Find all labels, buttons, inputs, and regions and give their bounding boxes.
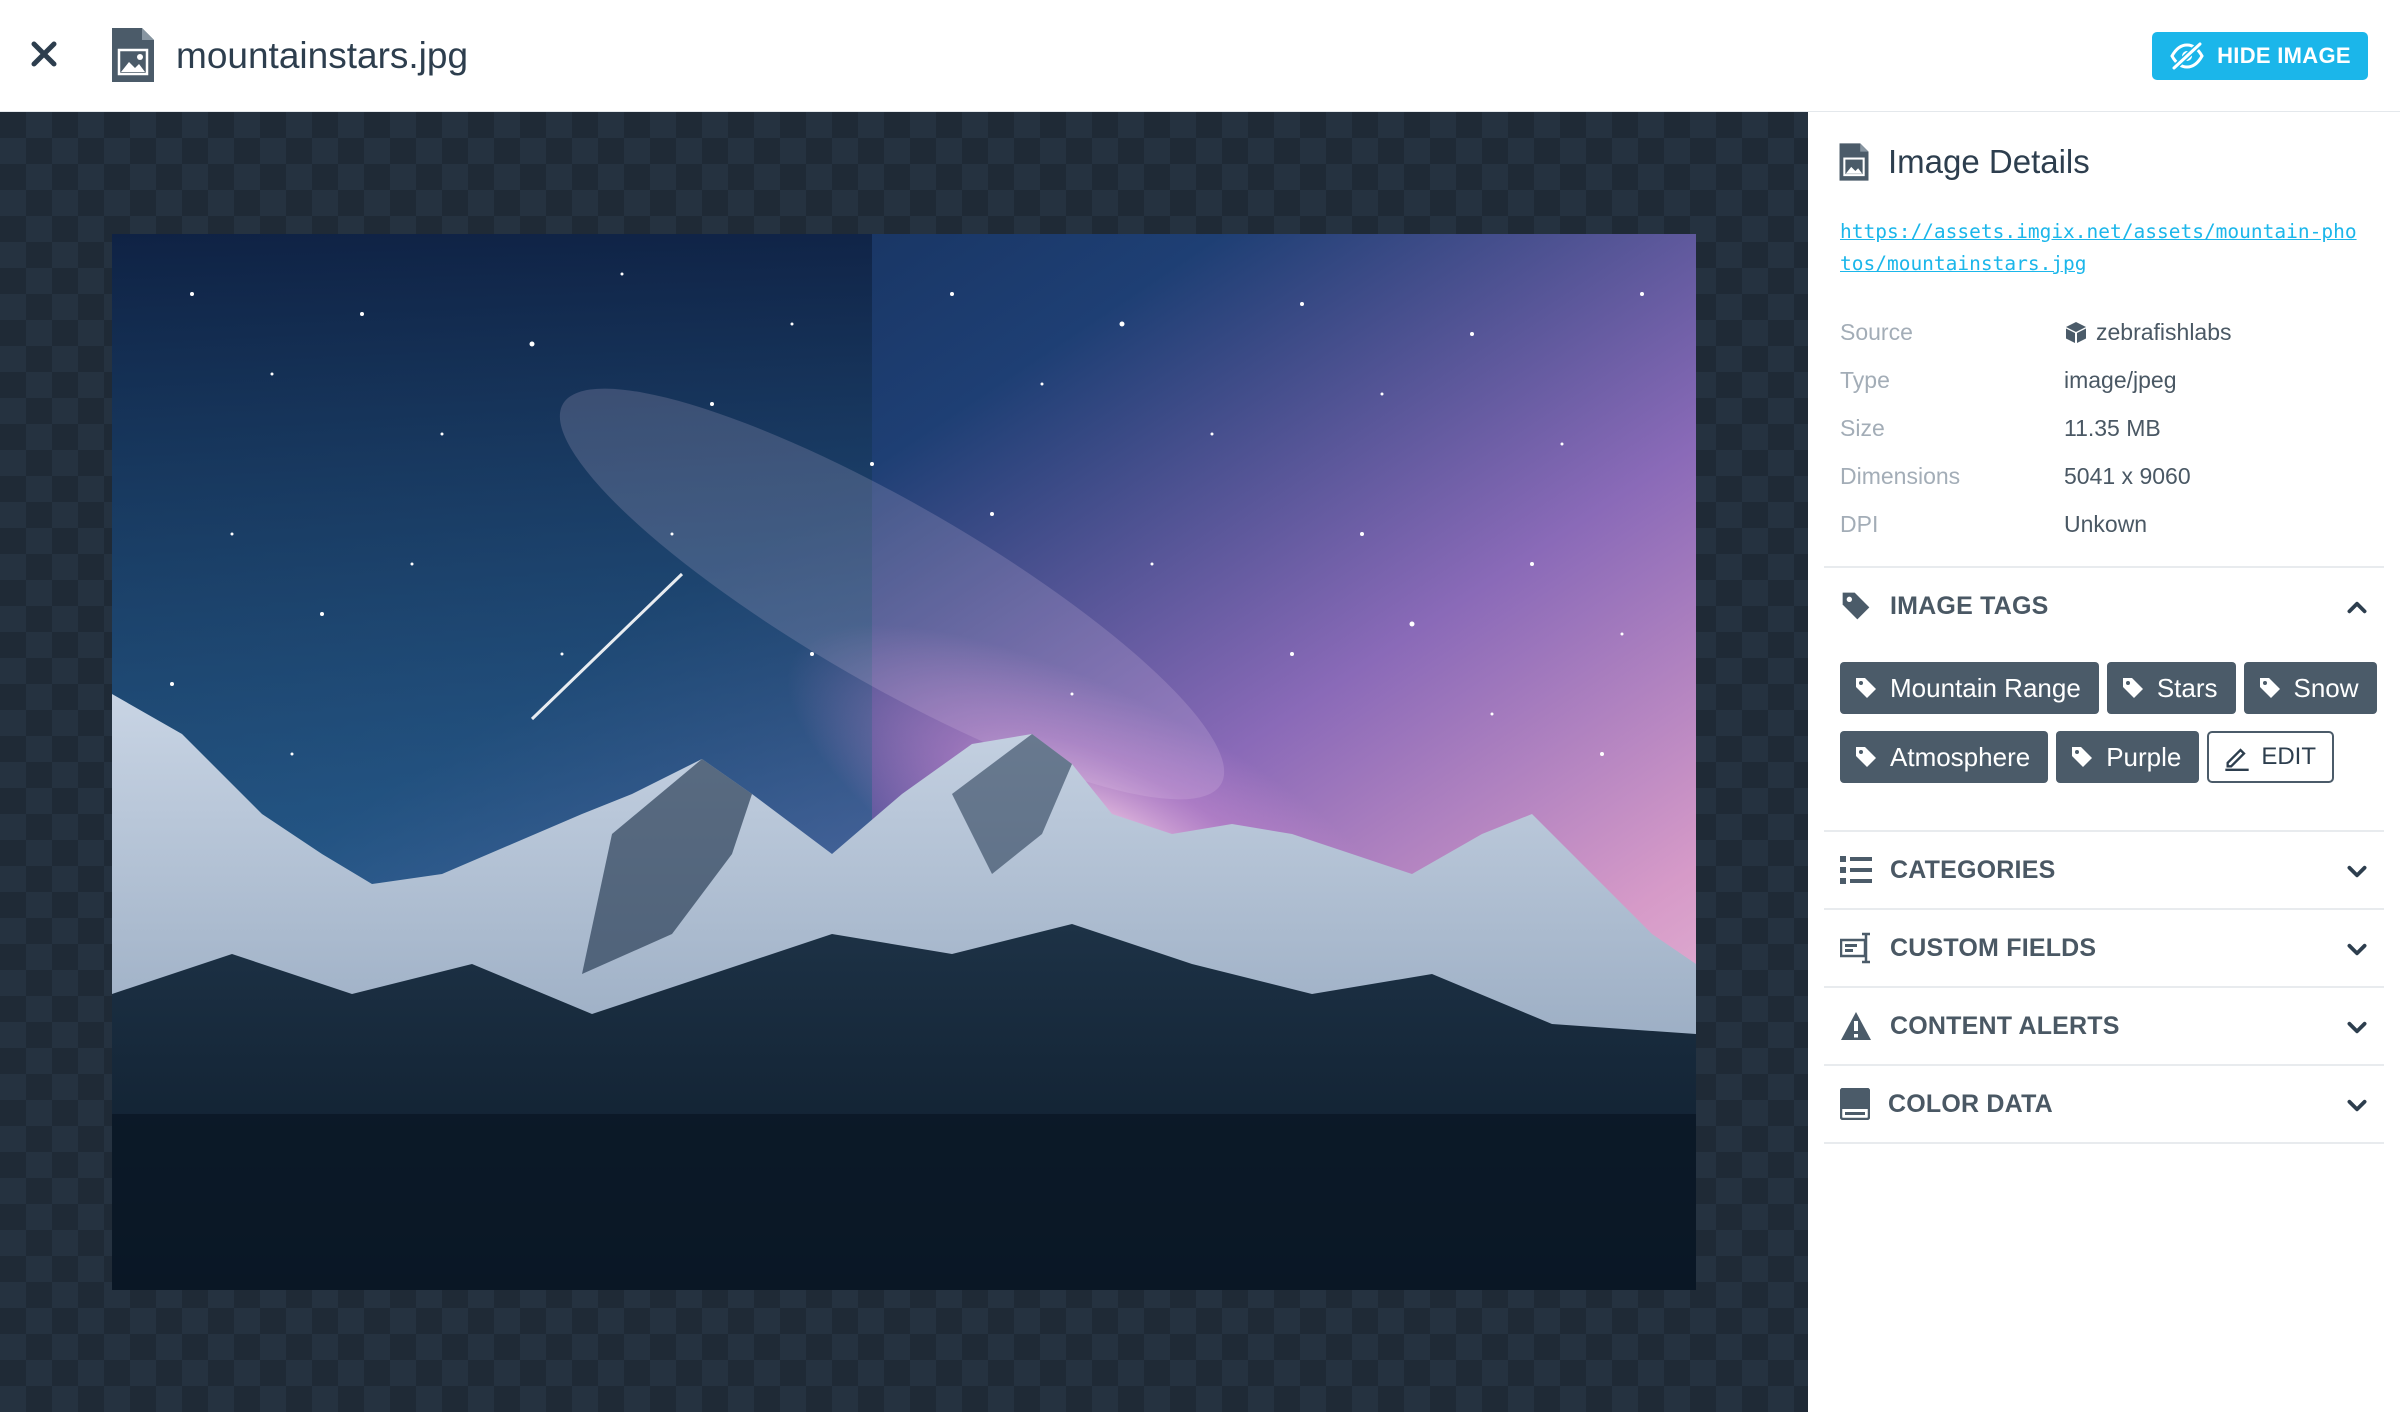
list-icon [1840, 856, 1872, 884]
tag-icon [2072, 747, 2093, 767]
header-bar: mountainstars.jpg HIDE IMAGE [0, 0, 2400, 112]
meta-row-source: Source zebrafishlabs [1840, 308, 2360, 356]
meta-label: Type [1840, 366, 1890, 393]
tag-chip[interactable]: Atmosphere [1840, 731, 2049, 783]
custom-fields-title: CUSTOM FIELDS [1890, 933, 2097, 962]
image-detail-view: mountainstars.jpg HIDE IMAGE Image Detai… [0, 0, 2400, 1412]
tag-chip[interactable]: Mountain Range [1840, 662, 2099, 714]
tag-row: Mountain Range Stars Snow [1840, 662, 2380, 714]
edit-tags-button[interactable]: EDIT [2207, 731, 2335, 783]
meta-value: 11.35 MB [2064, 414, 2161, 441]
image-preview [112, 234, 1696, 1290]
image-details-title: Image Details [1888, 143, 2090, 180]
mountain-starry-sky-image [112, 234, 1696, 1290]
categories-section: CATEGORIES [1824, 830, 2384, 908]
meta-row-dpi: DPI Unkown [1840, 500, 2360, 548]
hide-image-button[interactable]: HIDE IMAGE [2152, 32, 2368, 80]
tag-label: Atmosphere [1890, 741, 2031, 772]
tag-row: Atmosphere Purple EDIT [1840, 731, 2380, 783]
custom-fields-icon [1840, 932, 1870, 964]
image-metadata: Source zebrafishlabs Type image/jpeg Siz… [1840, 308, 2360, 548]
close-icon [31, 41, 57, 67]
image-details-panel: Image Details https://assets.imgix.net/a… [1808, 112, 2400, 1412]
source-value: zebrafishlabs [2096, 318, 2232, 345]
tag-icon [1856, 747, 1876, 767]
image-details-header: Image Details [1838, 142, 2090, 182]
categories-toggle[interactable]: CATEGORIES [1824, 832, 2384, 908]
tag-label: Purple [2106, 741, 2182, 772]
file-name-title: mountainstars.jpg [176, 35, 469, 76]
categories-title: CATEGORIES [1890, 855, 2056, 884]
eye-slash-icon [2170, 42, 2204, 70]
custom-fields-section: CUSTOM FIELDS [1824, 908, 2384, 986]
chevron-down-icon [2347, 1099, 2367, 1112]
color-data-toggle[interactable]: COLOR DATA [1824, 1066, 2384, 1142]
asset-url-link[interactable]: https://assets.imgix.net/assets/mountain… [1840, 216, 2360, 280]
tag-label: Snow [2293, 672, 2359, 703]
file-image-icon [1839, 143, 1869, 181]
tag-icon [1842, 592, 1870, 620]
meta-value: 5041 x 9060 [2064, 462, 2191, 489]
meta-label: Size [1840, 414, 1885, 441]
edit-tags-label: EDIT [2261, 743, 2317, 770]
color-data-title: COLOR DATA [1888, 1089, 2053, 1118]
meta-label: DPI [1840, 510, 1879, 537]
tag-chip[interactable]: Stars [2106, 662, 2236, 714]
chevron-down-icon [2347, 865, 2367, 878]
color-swatch-icon [1840, 1088, 1870, 1120]
hide-image-label: HIDE IMAGE [2217, 43, 2351, 68]
chevron-down-icon [2347, 1021, 2367, 1034]
meta-label: Source [1840, 318, 1913, 345]
image-tags-section: IMAGE TAGS [1824, 566, 2384, 644]
close-button[interactable] [24, 34, 64, 74]
meta-row-type: Type image/jpeg [1840, 356, 2360, 404]
meta-row-dimensions: Dimensions 5041 x 9060 [1840, 452, 2360, 500]
color-data-section: COLOR DATA [1824, 1064, 2384, 1144]
custom-fields-toggle[interactable]: CUSTOM FIELDS [1824, 910, 2384, 986]
content-alerts-section: CONTENT ALERTS [1824, 986, 2384, 1064]
meta-value: Unkown [2064, 510, 2148, 537]
file-image-icon [112, 28, 154, 82]
meta-value: image/jpeg [2064, 366, 2177, 393]
content-alerts-toggle[interactable]: CONTENT ALERTS [1824, 988, 2384, 1064]
warning-icon [1841, 1012, 1871, 1040]
tag-icon [2122, 678, 2143, 698]
tag-chip[interactable]: Snow [2243, 662, 2377, 714]
tag-list: Mountain Range Stars Snow Atmosphere Pur… [1840, 662, 2380, 800]
pencil-icon [2225, 748, 2250, 771]
meta-row-size: Size 11.35 MB [1840, 404, 2360, 452]
meta-label: Dimensions [1840, 462, 1961, 489]
meta-value: zebrafishlabs [2064, 319, 2232, 346]
image-viewer [0, 112, 1808, 1412]
image-tags-title: IMAGE TAGS [1890, 591, 2049, 620]
chevron-down-icon [2347, 943, 2367, 956]
tag-chip[interactable]: Purple [2056, 731, 2200, 783]
tag-icon [1856, 678, 1876, 698]
chevron-up-icon [2347, 601, 2367, 614]
cube-icon [2066, 322, 2086, 343]
tag-icon [2259, 678, 2280, 698]
tag-label: Mountain Range [1890, 672, 2081, 703]
image-tags-toggle[interactable]: IMAGE TAGS [1824, 568, 2384, 644]
content-alerts-title: CONTENT ALERTS [1890, 1011, 2120, 1040]
tag-label: Stars [2156, 672, 2218, 703]
